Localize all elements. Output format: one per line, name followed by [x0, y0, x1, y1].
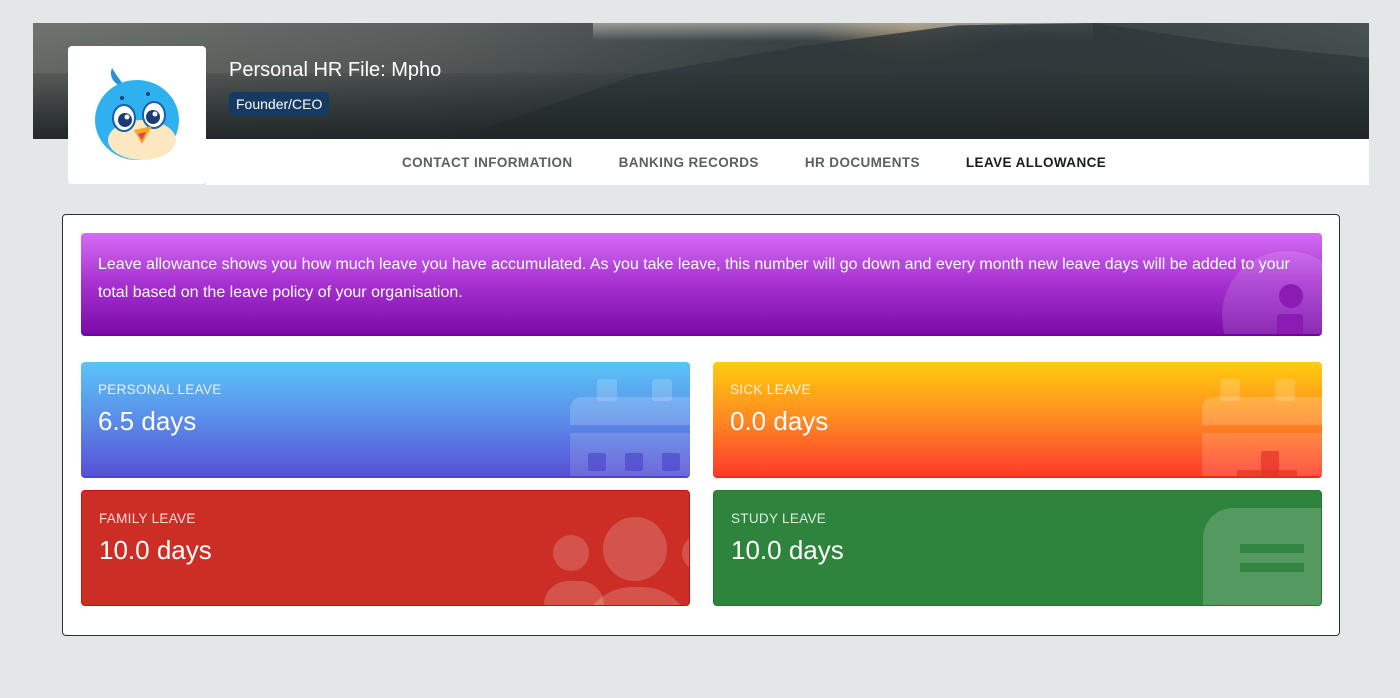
personal-leave-tile: PERSONAL LEAVE 6.5 days — [81, 362, 690, 478]
family-leave-tile: FAMILY LEAVE 10.0 days — [81, 490, 690, 606]
profile-header: Personal HR File: Mpho Founder/CEO CONTA… — [33, 23, 1369, 185]
role-badge: Founder/CEO — [229, 92, 330, 116]
tab-leave-allowance[interactable]: LEAVE ALLOWANCE — [966, 155, 1106, 170]
calendar-icon — [81, 362, 690, 476]
avatar — [68, 46, 206, 184]
tab-hr-documents[interactable]: HR DOCUMENTS — [805, 155, 920, 170]
info-banner: Leave allowance shows you how much leave… — [81, 233, 1322, 336]
sick-leave-tile: SICK LEAVE 0.0 days — [713, 362, 1322, 478]
page-title: Personal HR File: Mpho — [229, 59, 442, 81]
people-icon — [82, 491, 689, 605]
leave-allowance-card: Leave allowance shows you how much leave… — [62, 214, 1340, 636]
calendar-plus-icon — [713, 362, 1322, 476]
tab-contact-information[interactable]: CONTACT INFORMATION — [402, 155, 573, 170]
document-icon — [714, 491, 1321, 605]
info-text: Leave allowance shows you how much leave… — [98, 256, 1290, 301]
bird-avatar-icon — [95, 68, 179, 160]
profile-tabs: CONTACT INFORMATION BANKING RECORDS HR D… — [402, 139, 1152, 185]
tab-banking-records[interactable]: BANKING RECORDS — [619, 155, 759, 170]
study-leave-tile: STUDY LEAVE 10.0 days — [713, 490, 1322, 606]
